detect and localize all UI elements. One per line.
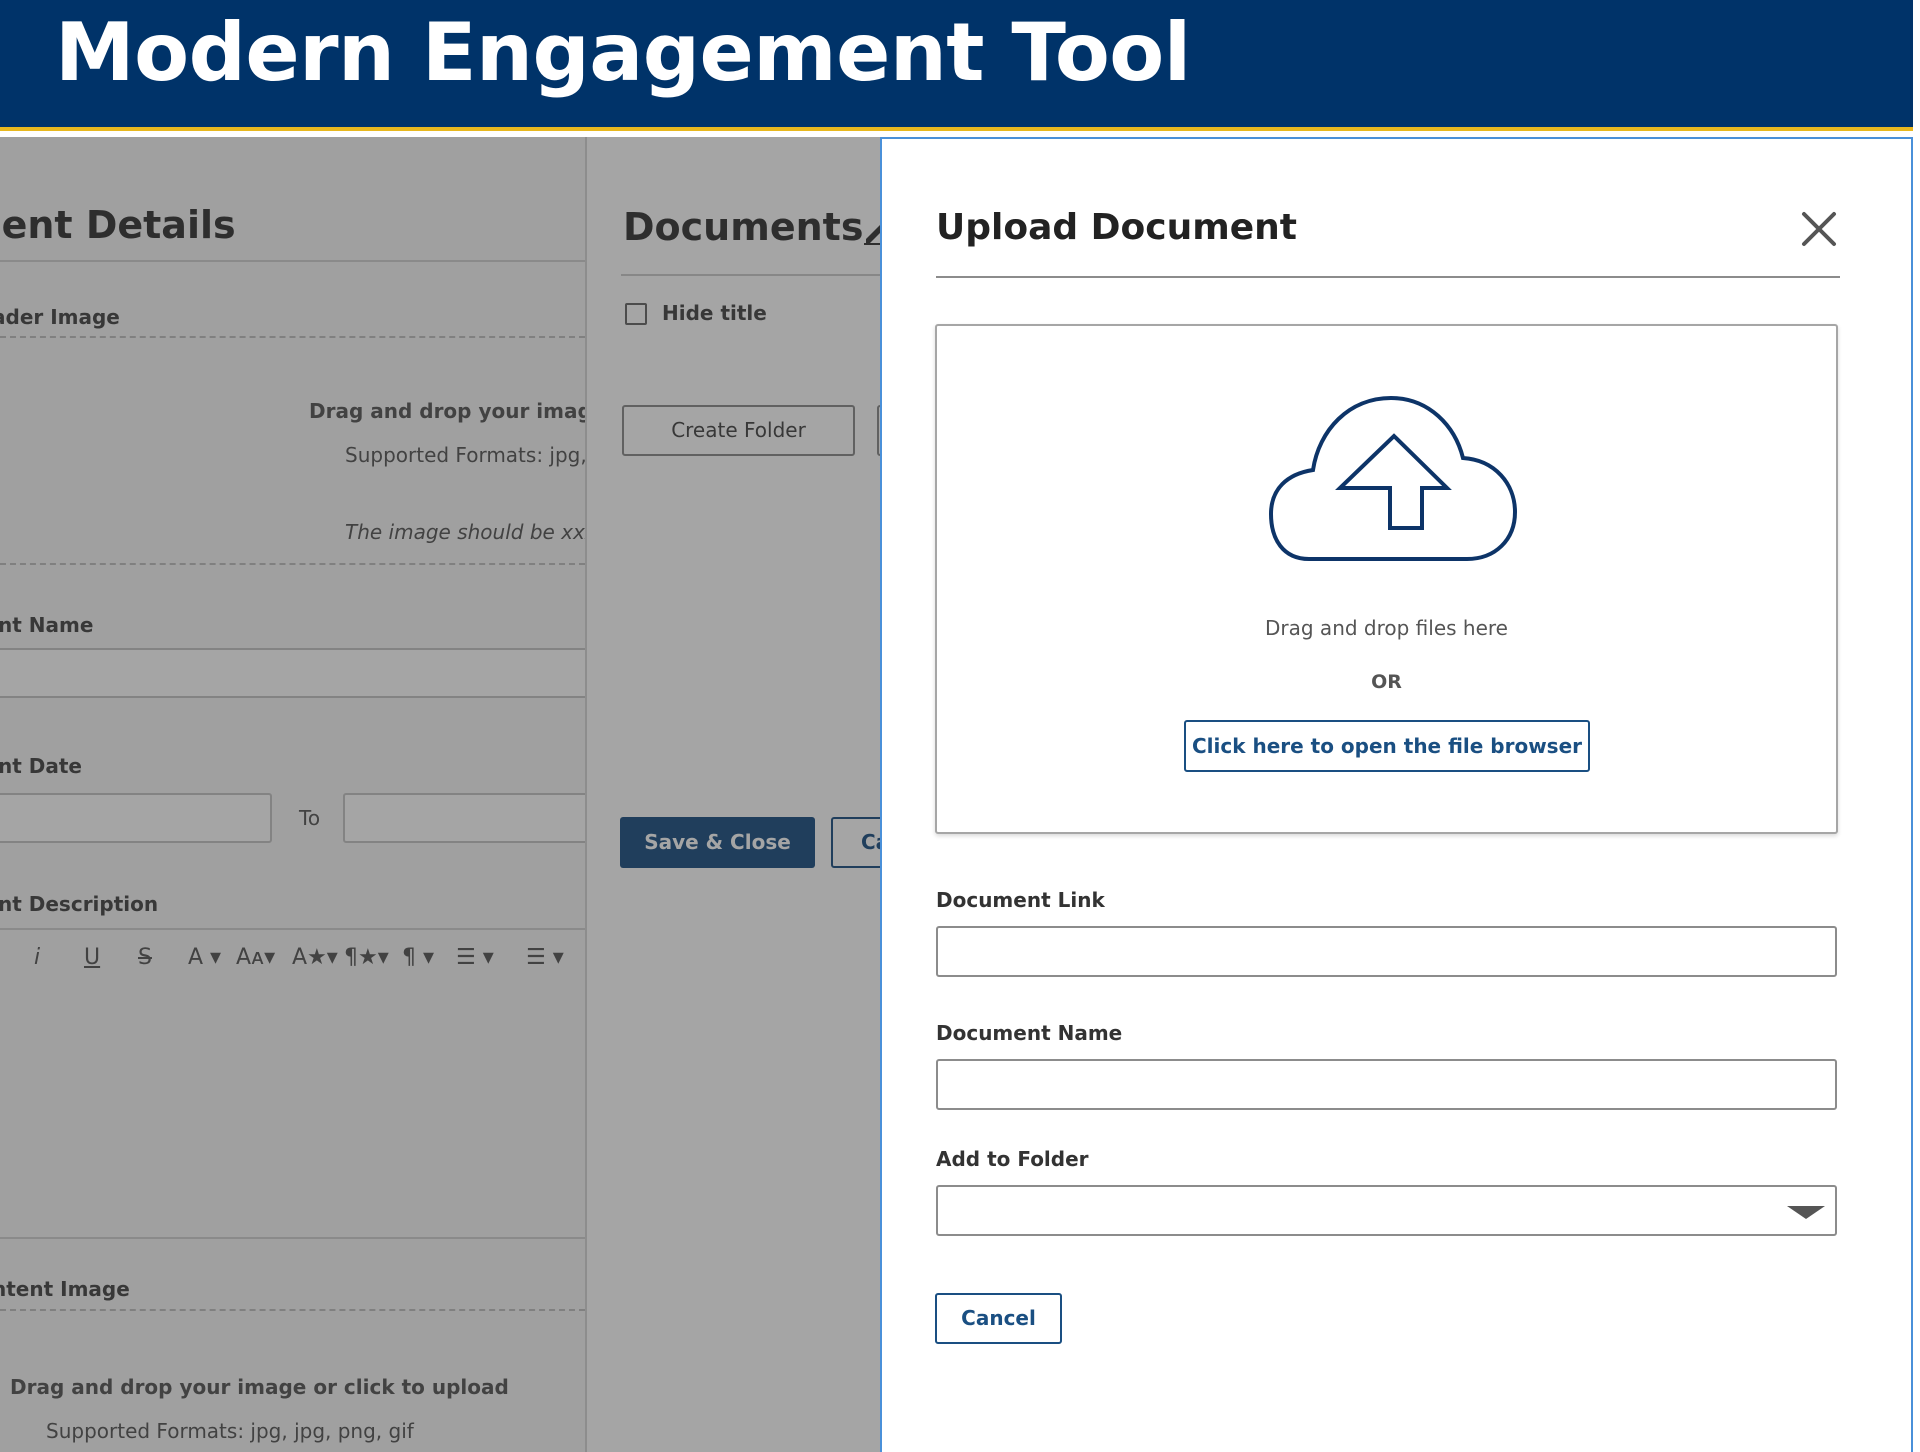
document-link-label: Document Link bbox=[936, 888, 1105, 912]
close-icon[interactable] bbox=[1799, 209, 1839, 249]
drop-instructions: Drag and drop files here bbox=[1265, 616, 1508, 640]
modal-divider bbox=[936, 276, 1840, 278]
page-edge bbox=[1913, 0, 1920, 1452]
or-separator: OR bbox=[1371, 671, 1402, 693]
document-name-input[interactable] bbox=[936, 1059, 1837, 1110]
file-dropzone[interactable]: Drag and drop files here OR Click here t… bbox=[935, 324, 1838, 834]
add-to-folder-select[interactable] bbox=[936, 1185, 1837, 1236]
app-header: Modern Engagement Tool bbox=[0, 0, 1913, 131]
upload-document-modal: Upload Document Drag and drop files here… bbox=[880, 137, 1913, 1452]
app-title: Modern Engagement Tool bbox=[55, 6, 1191, 99]
modal-title: Upload Document bbox=[936, 207, 1298, 248]
chevron-down-icon bbox=[1787, 1206, 1825, 1219]
modal-cancel-button[interactable]: Cancel bbox=[935, 1293, 1062, 1344]
add-to-folder-label: Add to Folder bbox=[936, 1147, 1089, 1171]
open-file-browser-button[interactable]: Click here to open the file browser bbox=[1184, 720, 1590, 772]
modal-backdrop[interactable] bbox=[0, 137, 880, 1452]
cloud-upload-icon bbox=[1269, 395, 1518, 561]
document-name-label: Document Name bbox=[936, 1021, 1123, 1045]
document-link-input[interactable] bbox=[936, 926, 1837, 977]
